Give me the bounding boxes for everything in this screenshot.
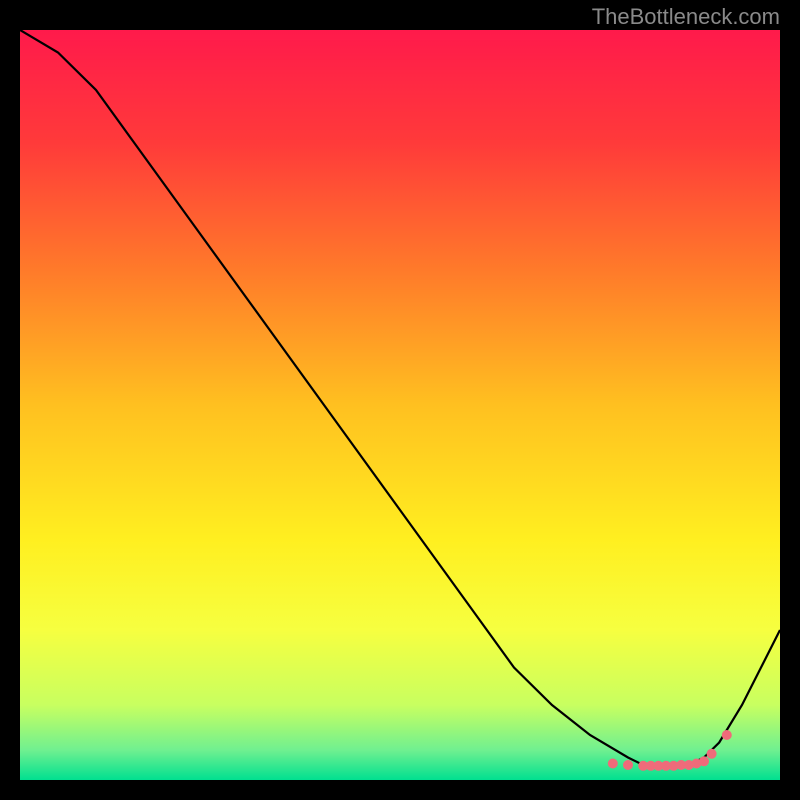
highlight-dot bbox=[699, 756, 709, 766]
highlight-dots bbox=[608, 730, 732, 771]
curve-layer bbox=[20, 30, 780, 780]
watermark-text: TheBottleneck.com bbox=[592, 4, 780, 30]
chart-frame: TheBottleneck.com bbox=[0, 0, 800, 800]
highlight-dot bbox=[608, 759, 618, 769]
bottleneck-curve bbox=[20, 30, 780, 765]
highlight-dot bbox=[722, 730, 732, 740]
plot-area bbox=[20, 30, 780, 780]
highlight-dot bbox=[623, 760, 633, 770]
highlight-dot bbox=[707, 749, 717, 759]
